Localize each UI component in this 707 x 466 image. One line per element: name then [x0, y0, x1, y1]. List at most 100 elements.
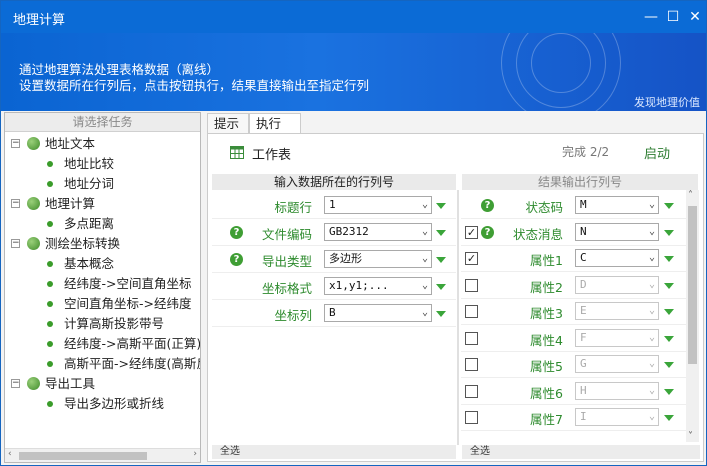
chevron-down-icon[interactable]: ⌄ [649, 383, 655, 399]
scroll-up-icon[interactable]: ˄ [688, 190, 693, 201]
status-text: 完成 2/2 [562, 145, 610, 159]
input-select[interactable]: x1,y1;... ⌄ [324, 277, 432, 295]
output-select[interactable]: E ⌄ [575, 302, 659, 320]
collapse-toggle-icon[interactable]: − [11, 199, 20, 208]
row-divider [212, 299, 456, 300]
minimize-button[interactable]: — [641, 7, 661, 27]
row-checkbox[interactable] [465, 384, 478, 398]
chevron-down-icon[interactable]: ⌄ [422, 224, 428, 240]
dropdown-triangle-icon[interactable] [436, 203, 446, 209]
output-select[interactable]: M ⌄ [575, 196, 659, 214]
tree-item[interactable]: 经纬度->高斯平面(正算) [5, 334, 200, 354]
row-checkbox[interactable] [465, 358, 478, 371]
chevron-down-icon[interactable]: ⌄ [649, 409, 655, 425]
tree-item-label: 空间直角坐标->经纬度 [64, 296, 192, 311]
dropdown-triangle-icon[interactable] [436, 284, 446, 290]
dropdown-triangle-icon[interactable] [664, 309, 674, 315]
chevron-down-icon[interactable]: ⌄ [649, 356, 655, 372]
tab-execute[interactable]: 执行 [249, 113, 301, 134]
chevron-down-icon[interactable]: ⌄ [649, 250, 655, 266]
row-checkbox[interactable] [465, 305, 478, 318]
row-divider [212, 326, 456, 327]
worksheet-button[interactable]: 工作表 [252, 144, 291, 163]
chevron-down-icon[interactable]: ⌄ [649, 330, 655, 346]
scroll-right-icon[interactable]: › [193, 449, 197, 459]
scrollbar-thumb[interactable] [19, 452, 147, 460]
splitter[interactable] [457, 190, 459, 445]
tree-item[interactable]: 高斯平面->经纬度(高斯反 [5, 354, 200, 374]
tree-item[interactable]: 基本概念 [5, 254, 200, 274]
output-select[interactable]: N ⌄ [575, 222, 659, 241]
dropdown-triangle-icon[interactable] [664, 203, 674, 209]
chevron-down-icon[interactable]: ⌄ [422, 197, 428, 213]
row-checkbox[interactable]: ✓ [465, 252, 478, 265]
collapse-toggle-icon[interactable]: − [11, 239, 20, 248]
input-select-all[interactable]: 全选 [212, 445, 456, 459]
input-select[interactable]: B ⌄ [324, 304, 432, 322]
dropdown-triangle-icon[interactable] [664, 282, 674, 289]
chevron-down-icon[interactable]: ⌄ [422, 251, 428, 267]
dropdown-triangle-icon[interactable] [436, 230, 446, 236]
dropdown-triangle-icon[interactable] [664, 388, 674, 395]
tree-item[interactable]: 经纬度->空间直角坐标 [5, 274, 200, 294]
row-checkbox[interactable] [465, 278, 478, 292]
window-title: 地理计算 [13, 13, 66, 28]
collapse-toggle-icon[interactable]: − [11, 139, 20, 148]
chevron-down-icon[interactable]: ⌄ [422, 305, 428, 321]
close-button[interactable]: ✕ [685, 7, 705, 27]
input-select[interactable]: GB2312 ⌄ [324, 223, 432, 241]
output-select[interactable]: G ⌄ [575, 355, 659, 373]
chevron-down-icon[interactable]: ⌄ [649, 224, 655, 240]
tree-group[interactable]: − 导出工具 [5, 374, 200, 394]
chevron-down-icon[interactable]: ⌄ [649, 303, 655, 319]
collapse-toggle-icon[interactable]: − [11, 379, 20, 388]
select-value: H [580, 383, 587, 397]
scroll-down-icon[interactable]: ˅ [688, 431, 693, 442]
dropdown-triangle-icon[interactable] [436, 257, 446, 263]
tree-item[interactable]: 地址分词 [5, 174, 200, 194]
chevron-down-icon[interactable]: ⌄ [422, 278, 428, 294]
scroll-left-icon[interactable]: ‹ [8, 449, 12, 459]
output-select[interactable]: I ⌄ [575, 408, 659, 426]
select-value: F [580, 330, 587, 344]
banner-slogan: 发现地理价值 [634, 96, 700, 109]
scrollbar-thumb[interactable] [688, 206, 697, 364]
horizontal-scrollbar[interactable]: ‹ › [5, 448, 200, 462]
bullet-icon [47, 281, 53, 287]
output-select[interactable]: C ⌄ [575, 249, 659, 267]
input-select[interactable]: 1 ⌄ [324, 196, 432, 214]
tree-item-label: 经纬度->高斯平面(正算) [64, 336, 200, 351]
dropdown-triangle-icon[interactable] [664, 229, 674, 236]
chevron-down-icon[interactable]: ⌄ [649, 277, 655, 293]
row-checkbox[interactable] [465, 411, 478, 424]
row-checkbox[interactable]: ✓ [465, 225, 478, 239]
dropdown-triangle-icon[interactable] [436, 311, 446, 317]
chevron-down-icon[interactable]: ⌄ [649, 197, 655, 213]
tree-group[interactable]: − 测绘坐标转换 [5, 234, 200, 254]
output-select-all[interactable]: 全选 [462, 445, 700, 459]
bullet-icon [47, 161, 53, 167]
start-button[interactable]: 启动 [644, 143, 670, 162]
maximize-button[interactable]: ☐ [663, 7, 683, 27]
tree-group[interactable]: − 地址文本 [5, 134, 200, 154]
banner: 通过地理算法处理表格数据（离线） 设置数据所在行列后，点击按钮执行，结果直接输出… [1, 33, 706, 111]
tree-item[interactable]: 多点距离 [5, 214, 200, 234]
tree-group[interactable]: − 地理计算 [5, 194, 200, 214]
dropdown-triangle-icon[interactable] [664, 256, 674, 262]
dropdown-triangle-icon[interactable] [664, 335, 674, 342]
row-checkbox[interactable] [465, 331, 478, 345]
tree-item[interactable]: 地址比较 [5, 154, 200, 174]
row-divider [461, 218, 686, 219]
output-select[interactable]: D ⌄ [575, 275, 659, 294]
output-label: 属性2 [530, 279, 563, 295]
output-vertical-scrollbar[interactable]: ˄ ˅ [686, 190, 699, 442]
tree-item[interactable]: 空间直角坐标->经纬度 [5, 294, 200, 314]
tab-hint[interactable]: 提示 [207, 113, 249, 133]
dropdown-triangle-icon[interactable] [664, 415, 674, 421]
input-select[interactable]: 多边形 ⌄ [324, 250, 432, 268]
tree-item[interactable]: 计算高斯投影带号 [5, 314, 200, 334]
dropdown-triangle-icon[interactable] [664, 362, 674, 368]
output-select[interactable]: F ⌄ [575, 328, 659, 347]
output-select[interactable]: H ⌄ [575, 381, 659, 400]
tree-item[interactable]: 导出多边形或折线 [5, 394, 200, 414]
